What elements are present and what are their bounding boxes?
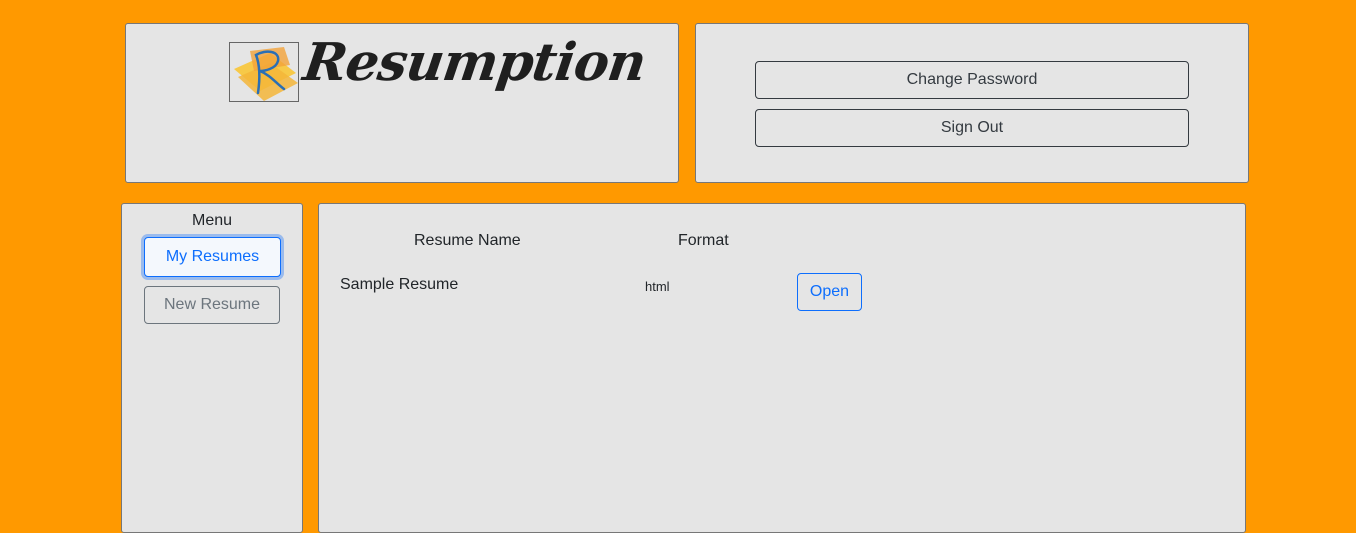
brand-panel: Resumption	[125, 23, 679, 183]
app-title: Resumption	[299, 32, 650, 93]
menu-title: Menu	[191, 212, 233, 229]
change-password-button[interactable]: Change Password	[755, 61, 1189, 99]
sign-out-button[interactable]: Sign Out	[755, 109, 1189, 147]
open-resume-button[interactable]: Open	[797, 273, 862, 311]
new-resume-button[interactable]: New Resume	[144, 286, 280, 324]
resume-name-cell: Sample Resume	[340, 276, 459, 293]
resume-format-cell: html	[645, 279, 670, 294]
resumption-logo-icon	[229, 42, 299, 102]
my-resumes-button[interactable]: My Resumes	[144, 237, 281, 277]
resumes-panel: Resume Name Format Sample Resume html Op…	[318, 203, 1246, 533]
column-header-resume-name: Resume Name	[414, 232, 521, 249]
column-header-format: Format	[678, 232, 729, 249]
menu-panel: Menu My Resumes New Resume	[121, 203, 303, 533]
account-panel: Change Password Sign Out	[695, 23, 1249, 183]
